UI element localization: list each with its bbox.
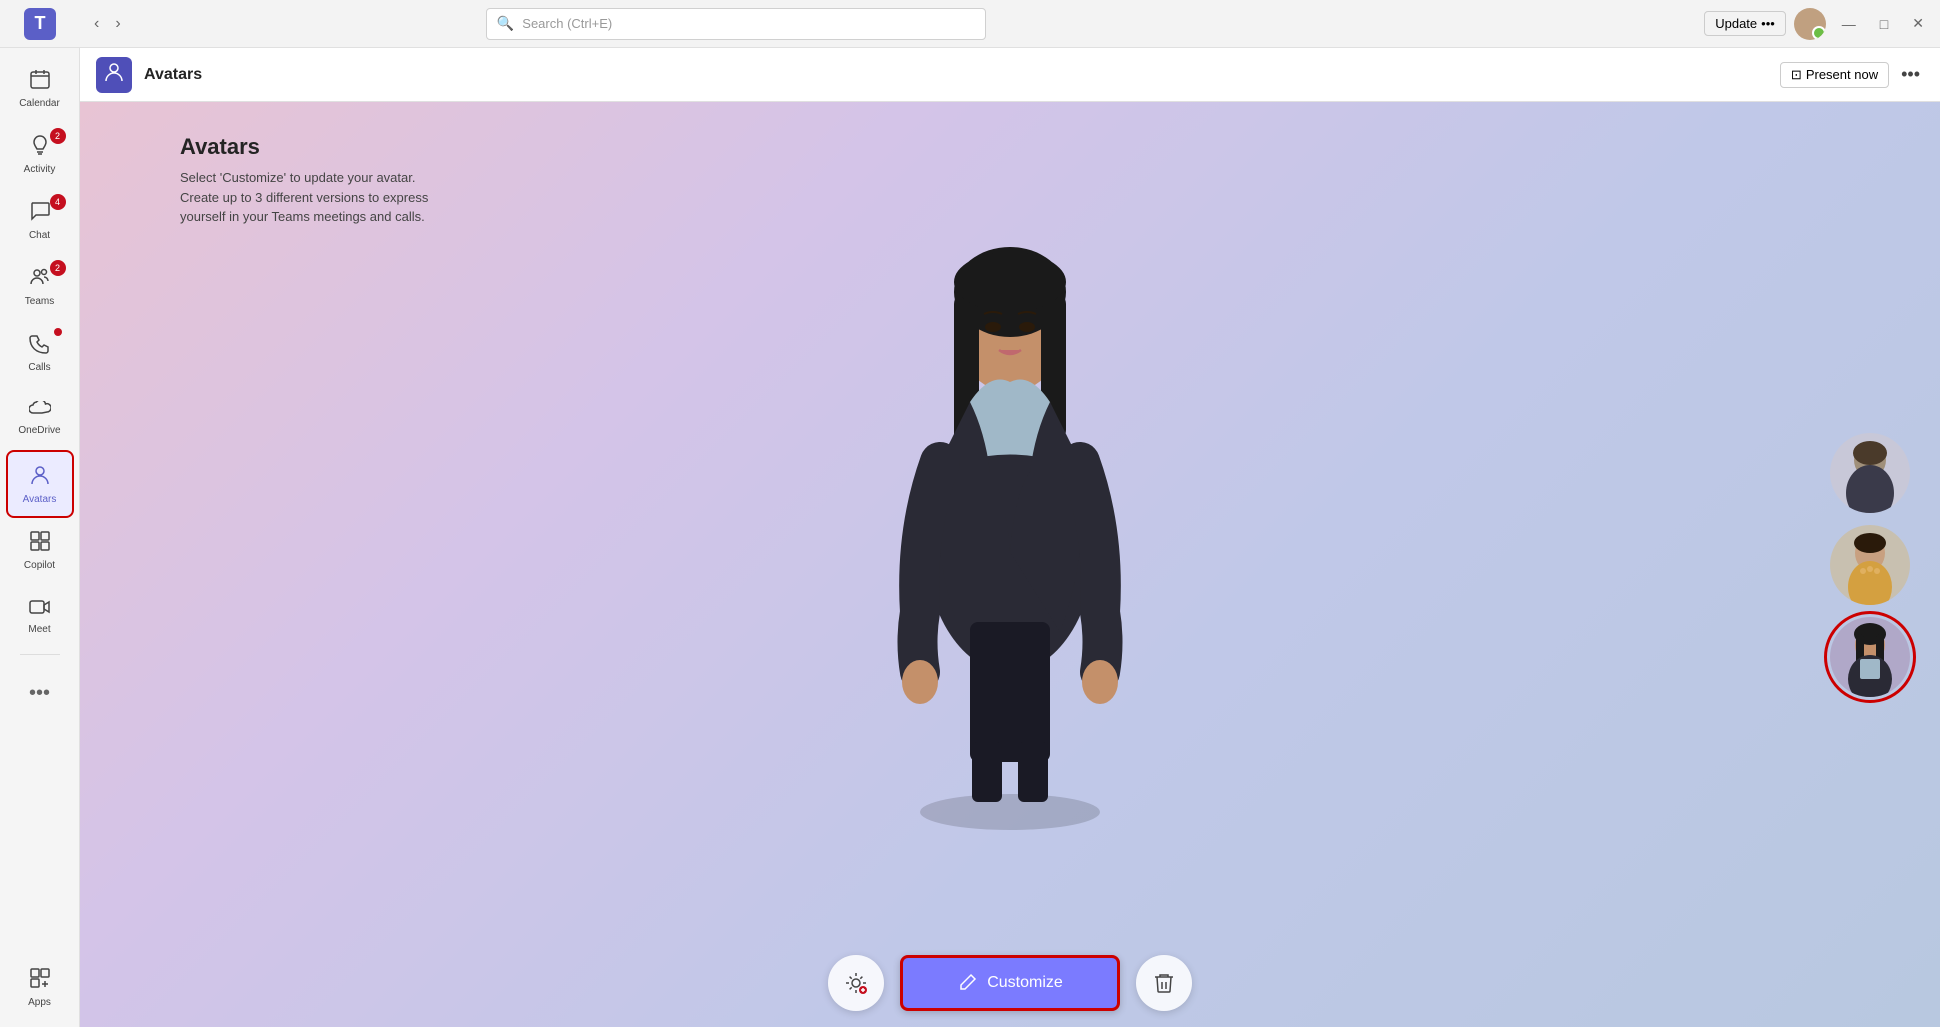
present-now-label: Present now: [1806, 67, 1878, 82]
calls-icon: [29, 332, 51, 360]
sidebar-item-label: Calls: [28, 362, 50, 373]
forward-button[interactable]: ›: [109, 11, 126, 37]
page-desc-line2: Create up to 3 different versions to exp…: [180, 188, 428, 208]
sidebar-item-onedrive[interactable]: OneDrive: [8, 386, 72, 450]
app-header: Avatars ⊡ Present now •••: [80, 48, 1940, 102]
avatar-thumb-1[interactable]: [1830, 433, 1910, 513]
bottom-controls: Customize: [828, 955, 1192, 1011]
app-header-title: Avatars: [144, 66, 202, 84]
avatar[interactable]: [1794, 8, 1826, 40]
sidebar-item-label: Avatars: [23, 494, 57, 505]
back-button[interactable]: ‹: [88, 11, 105, 37]
close-button[interactable]: ✕: [1904, 11, 1932, 36]
apps-icon: [29, 967, 51, 995]
delete-button[interactable]: [1136, 955, 1192, 1011]
sidebar-item-copilot[interactable]: Copilot: [8, 518, 72, 582]
teams-logo-area: T: [0, 8, 80, 40]
page-title-area: Avatars Select 'Customize' to update you…: [180, 134, 428, 227]
title-bar: T ‹ › 🔍 Search (Ctrl+E) Update ••• — □ ✕: [0, 0, 1940, 48]
calendar-icon: [29, 68, 51, 96]
teams-icon: [29, 266, 51, 294]
sidebar-item-teams[interactable]: 2 Teams: [8, 254, 72, 318]
chat-icon: [29, 200, 51, 228]
activity-icon: [29, 134, 51, 162]
settings-button[interactable]: [828, 955, 884, 1011]
sidebar-item-label: Meet: [28, 624, 50, 635]
sidebar-item-label: Apps: [28, 997, 51, 1008]
copilot-icon: [29, 530, 51, 558]
avatars-app-icon: [103, 61, 125, 88]
update-label: Update: [1715, 16, 1757, 31]
sidebar-item-label: Copilot: [24, 560, 55, 571]
page-desc-line3: yourself in your Teams meetings and call…: [180, 207, 428, 227]
sidebar-item-label: Calendar: [19, 98, 60, 109]
sidebar: Calendar 2 Activity 4 Chat: [0, 48, 80, 1027]
sidebar-item-avatars[interactable]: Avatars: [8, 452, 72, 516]
update-more-icon: •••: [1761, 16, 1775, 31]
app-icon-box: [96, 57, 132, 93]
sidebar-item-activity[interactable]: 2 Activity: [8, 122, 72, 186]
avatar-thumb-3[interactable]: [1830, 617, 1910, 697]
onedrive-icon: [29, 400, 51, 423]
page-description: Select 'Customize' to update your avatar…: [180, 168, 428, 227]
sidebar-item-apps[interactable]: Apps: [8, 955, 72, 1019]
main-avatar-svg: [820, 152, 1200, 852]
calls-badge-dot: [54, 328, 62, 336]
update-button[interactable]: Update •••: [1704, 11, 1786, 36]
minimize-button[interactable]: —: [1834, 12, 1864, 36]
app-more-button[interactable]: •••: [1897, 60, 1924, 89]
page-title: Avatars: [180, 134, 428, 160]
present-icon: ⊡: [1791, 67, 1802, 83]
maximize-button[interactable]: □: [1872, 12, 1896, 36]
sidebar-item-meet[interactable]: Meet: [8, 584, 72, 648]
search-icon: 🔍: [497, 15, 514, 32]
sidebar-item-calendar[interactable]: Calendar: [8, 56, 72, 120]
customize-button[interactable]: Customize: [900, 955, 1120, 1011]
main-avatar-container: [820, 152, 1200, 852]
more-icon: •••: [21, 674, 58, 713]
apps-section: Apps: [8, 955, 72, 1019]
avatar-thumbnails: [1830, 433, 1910, 697]
sidebar-item-calls[interactable]: Calls: [8, 320, 72, 384]
teams-logo-icon: T: [35, 13, 46, 34]
meet-icon: [29, 598, 51, 622]
main-content: Avatars Select 'Customize' to update you…: [80, 102, 1940, 1027]
sidebar-item-label: OneDrive: [18, 425, 60, 436]
customize-label: Customize: [987, 974, 1063, 992]
title-bar-right: Update ••• — □ ✕: [1704, 8, 1932, 40]
search-bar[interactable]: 🔍 Search (Ctrl+E): [486, 8, 986, 40]
app-header-right: ⊡ Present now •••: [1780, 60, 1924, 89]
sidebar-item-more[interactable]: •••: [8, 661, 72, 725]
sidebar-item-label: Chat: [29, 230, 50, 241]
activity-badge: 2: [50, 128, 66, 144]
page-desc-line1: Select 'Customize' to update your avatar…: [180, 168, 428, 188]
nav-arrows: ‹ ›: [88, 11, 127, 37]
avatar-thumb-2[interactable]: [1830, 525, 1910, 605]
teams-badge: 2: [50, 260, 66, 276]
sidebar-divider: [20, 654, 60, 655]
present-now-button[interactable]: ⊡ Present now: [1780, 62, 1889, 88]
search-placeholder: Search (Ctrl+E): [522, 16, 612, 31]
sidebar-item-label: Teams: [25, 296, 54, 307]
sidebar-item-chat[interactable]: 4 Chat: [8, 188, 72, 252]
teams-logo: T: [24, 8, 56, 40]
sidebar-item-label: Activity: [24, 164, 56, 175]
avatars-icon: [29, 464, 51, 492]
chat-badge: 4: [50, 194, 66, 210]
content-area: Avatars ⊡ Present now ••• Avatars Select…: [80, 48, 1940, 1027]
